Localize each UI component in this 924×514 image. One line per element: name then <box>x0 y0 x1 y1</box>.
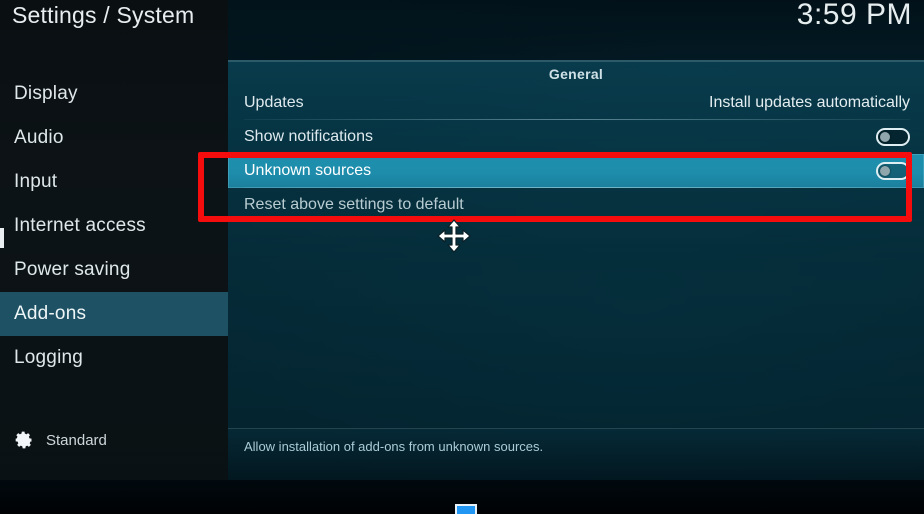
sidebar-item-label: Audio <box>14 127 64 148</box>
setting-label: Updates <box>244 94 304 111</box>
toggle-knob <box>880 132 890 142</box>
setting-label: Reset above settings to default <box>244 196 464 213</box>
scroll-position-indicator <box>0 228 4 248</box>
settings-rows: Updates Install updates automatically Sh… <box>228 86 924 222</box>
settings-level-label: Standard <box>46 431 107 449</box>
sidebar-item-add-ons[interactable]: Add-ons <box>0 292 228 336</box>
setting-label: Show notifications <box>244 128 373 145</box>
sidebar-item-display[interactable]: Display <box>0 72 228 116</box>
setting-description-text: Allow installation of add-ons from unkno… <box>244 439 544 454</box>
sidebar-item-audio[interactable]: Audio <box>0 116 228 160</box>
setting-row-unknown-sources[interactable]: Unknown sources <box>228 154 924 188</box>
unknown-sources-toggle[interactable] <box>876 162 910 180</box>
sidebar-item-internet-access[interactable]: Internet access <box>0 204 228 248</box>
clock: 3:59 PM <box>796 0 912 31</box>
setting-row-updates[interactable]: Updates Install updates automatically <box>228 86 924 120</box>
sidebar-item-label: Logging <box>14 347 84 368</box>
setting-description-bar: Allow installation of add-ons from unkno… <box>228 428 924 480</box>
content-area: 3:59 PM General Updates Install updates … <box>228 0 924 514</box>
sidebar-item-label: Internet access <box>14 215 146 236</box>
sidebar-item-label: Display <box>14 83 78 104</box>
setting-row-show-notifications[interactable]: Show notifications <box>228 120 924 154</box>
bottom-progress-chip[interactable] <box>455 504 477 514</box>
sidebar: Settings / System Display Audio Input In… <box>0 0 228 514</box>
sidebar-nav: Display Audio Input Internet access Powe… <box>0 72 228 380</box>
show-notifications-toggle[interactable] <box>876 128 910 146</box>
settings-level-button[interactable]: Standard <box>14 430 107 450</box>
gear-icon <box>15 431 33 449</box>
row-separator <box>244 221 910 222</box>
move-cursor-icon <box>437 219 471 253</box>
setting-label: Unknown sources <box>244 162 372 179</box>
kodi-settings-screen: Settings / System Display Audio Input In… <box>0 0 924 514</box>
settings-group-title: General <box>548 66 604 82</box>
setting-row-reset-defaults[interactable]: Reset above settings to default <box>228 188 924 222</box>
sidebar-item-label: Add-ons <box>14 303 87 324</box>
settings-panel: General Updates Install updates automati… <box>228 60 924 480</box>
sidebar-item-logging[interactable]: Logging <box>0 336 228 380</box>
sidebar-item-label: Power saving <box>14 259 131 280</box>
sidebar-item-label: Input <box>14 171 58 192</box>
sidebar-item-power-saving[interactable]: Power saving <box>0 248 228 292</box>
sidebar-item-input[interactable]: Input <box>0 160 228 204</box>
setting-value: Install updates automatically <box>709 94 910 111</box>
page-title: Settings / System <box>12 2 195 28</box>
toggle-knob <box>880 166 890 176</box>
